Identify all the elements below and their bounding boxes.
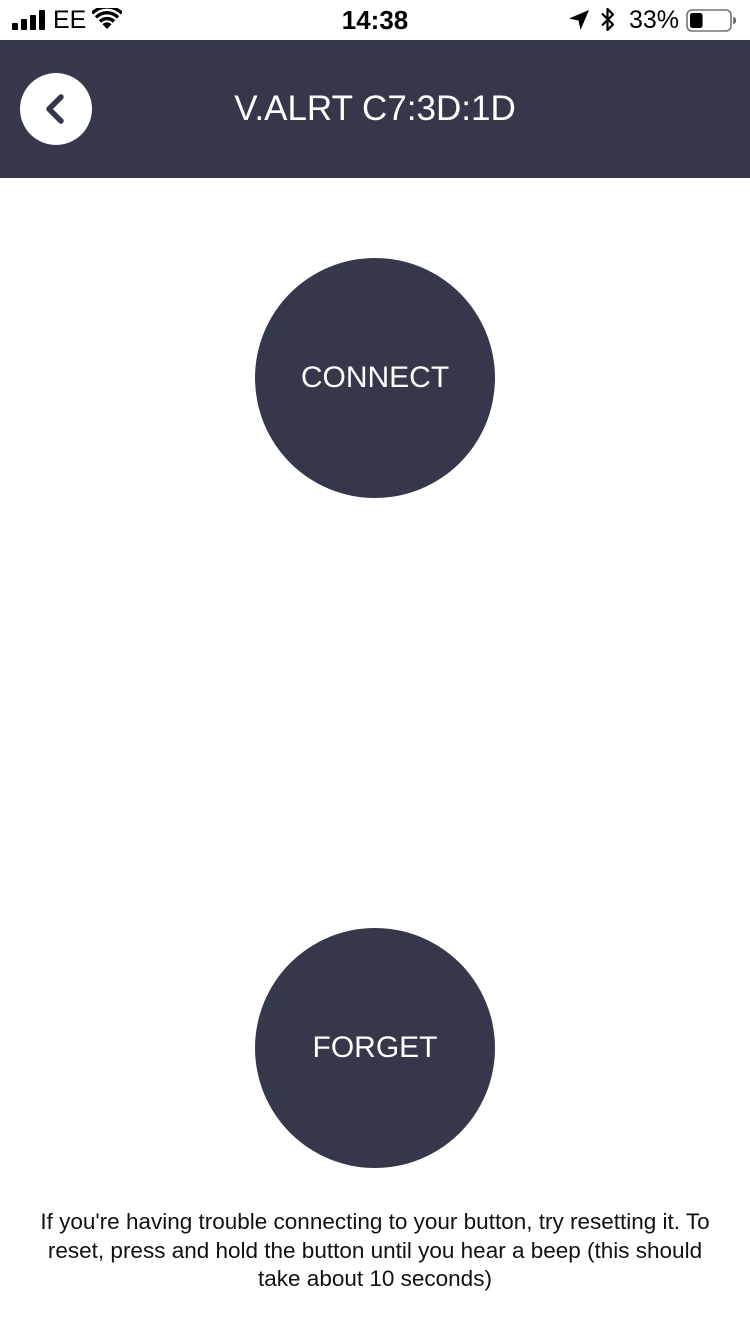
back-button[interactable] <box>20 73 92 145</box>
battery-icon <box>686 9 736 32</box>
battery-percent: 33% <box>629 6 680 34</box>
forget-button[interactable]: FORGET <box>255 928 495 1168</box>
location-arrow-icon <box>569 10 589 30</box>
chevron-left-icon <box>46 94 64 124</box>
connect-button[interactable]: CONNECT <box>255 258 495 498</box>
status-bar: EE 14:38 33% <box>0 0 750 40</box>
help-text: If you're having trouble connecting to y… <box>40 1209 710 1291</box>
nav-header: V.ALRT C7:3D:1D <box>0 40 750 178</box>
bluetooth-icon <box>601 7 615 32</box>
page-title: V.ALRT C7:3D:1D <box>234 89 516 128</box>
